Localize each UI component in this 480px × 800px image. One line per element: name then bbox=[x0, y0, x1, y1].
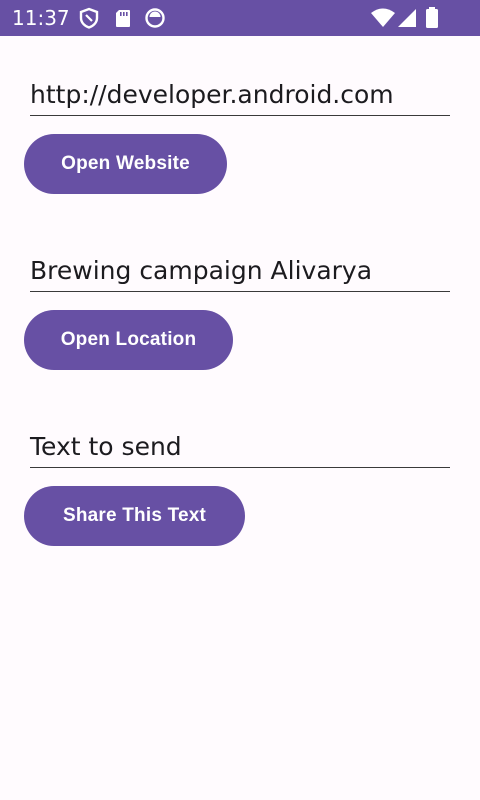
wifi-icon bbox=[370, 7, 396, 29]
location-field[interactable]: Brewing campaign Alivarya bbox=[30, 248, 450, 292]
location-field-value: Brewing campaign Alivarya bbox=[30, 256, 373, 285]
sd-card-icon bbox=[112, 7, 134, 29]
circle-status-icon bbox=[144, 7, 166, 29]
open-location-button[interactable]: Open Location bbox=[24, 310, 233, 370]
status-time: 11:37 bbox=[12, 6, 70, 30]
share-text-button[interactable]: Share This Text bbox=[24, 486, 245, 546]
shield-icon bbox=[78, 7, 100, 29]
battery-icon bbox=[424, 7, 440, 29]
cell-signal-icon bbox=[396, 7, 418, 29]
share-text-field[interactable]: Text to send bbox=[30, 424, 450, 468]
main-content: http://developer.android.com Open Websit… bbox=[0, 36, 480, 800]
share-text-field-value: Text to send bbox=[30, 432, 182, 461]
url-field[interactable]: http://developer.android.com bbox=[30, 72, 450, 116]
url-field-value: http://developer.android.com bbox=[30, 80, 394, 109]
open-website-button[interactable]: Open Website bbox=[24, 134, 227, 194]
status-bar: 11:37 bbox=[0, 0, 480, 36]
